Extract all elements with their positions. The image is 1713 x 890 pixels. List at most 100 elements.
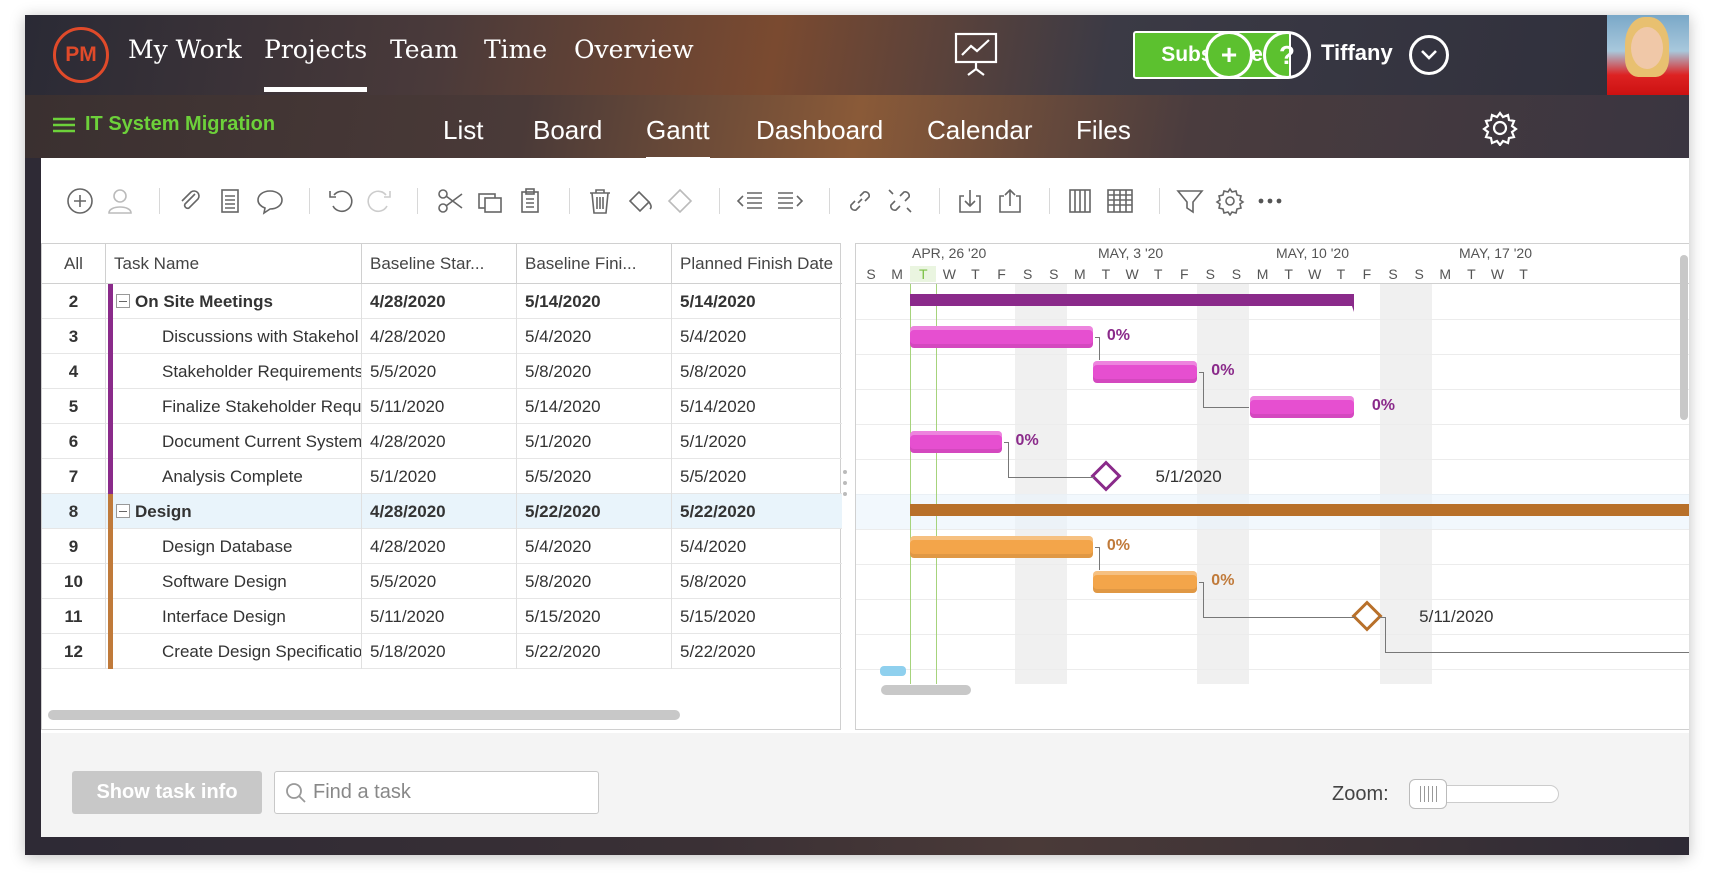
gantt-vscroll[interactable] (1680, 255, 1688, 420)
table-row[interactable]: 5 Finalize Stakeholder Requi 5/11/2020 5/14… (42, 389, 842, 424)
table-row[interactable]: 6 Document Current System 4/28/2020 5/1/202… (42, 424, 842, 459)
task-bar[interactable] (910, 326, 1093, 348)
filter-icon[interactable] (1173, 184, 1207, 218)
baseline-finish-cell[interactable]: 5/4/2020 (517, 319, 672, 354)
table-row[interactable]: 3 Discussions with Stakehol 4/28/2020 5/4/2… (42, 319, 842, 354)
baseline-finish-cell[interactable]: 5/14/2020 (517, 389, 672, 424)
baseline-start-cell[interactable]: 4/28/2020 (362, 494, 517, 529)
baseline-finish-cell[interactable]: 5/14/2020 (517, 284, 672, 319)
pm-logo[interactable]: PM (53, 27, 109, 83)
task-name-cell[interactable]: Create Design Specificatio (106, 634, 362, 669)
milestone-diamond[interactable] (1090, 460, 1122, 492)
summary-bar[interactable] (910, 294, 1354, 306)
baseline-finish-cell[interactable]: 5/22/2020 (517, 634, 672, 669)
task-bar[interactable] (910, 536, 1093, 558)
add-task-icon[interactable] (63, 184, 97, 218)
planned-finish-cell[interactable]: 5/4/2020 (672, 529, 842, 564)
redo-icon[interactable] (363, 184, 397, 218)
task-name-cell[interactable]: On Site Meetings (106, 284, 362, 319)
hamburger-icon[interactable] (53, 117, 75, 133)
task-bar[interactable] (1092, 361, 1198, 383)
paste-icon[interactable] (513, 184, 547, 218)
baseline-start-cell[interactable]: 5/18/2020 (362, 634, 517, 669)
baseline-finish-cell[interactable]: 5/22/2020 (517, 494, 672, 529)
assign-user-icon[interactable] (103, 184, 137, 218)
planned-finish-cell[interactable]: 5/22/2020 (672, 494, 842, 529)
view-dashboard[interactable]: Dashboard (756, 115, 883, 146)
unlink-icon[interactable] (883, 184, 917, 218)
planned-finish-cell[interactable]: 5/22/2020 (672, 634, 842, 669)
table-row[interactable]: 4 Stakeholder Requirements 5/5/2020 5/8/202… (42, 354, 842, 389)
user-name[interactable]: Tiffany (1321, 40, 1393, 66)
help-circle-icon[interactable]: ? (1263, 31, 1311, 79)
col-baseline-start[interactable]: Baseline Star... (362, 244, 517, 284)
copy-icon[interactable] (473, 184, 507, 218)
baseline-finish-cell[interactable]: 5/1/2020 (517, 424, 672, 459)
more-icon[interactable] (1253, 184, 1287, 218)
baseline-finish-cell[interactable]: 5/8/2020 (517, 354, 672, 389)
baseline-start-cell[interactable]: 4/28/2020 (362, 284, 517, 319)
task-bar[interactable] (910, 431, 1002, 453)
table-icon[interactable] (1103, 184, 1137, 218)
task-name-cell[interactable]: Stakeholder Requirements (106, 354, 362, 389)
add-circle-icon[interactable]: + (1205, 31, 1253, 79)
table-row[interactable]: 9 Design Database 4/28/2020 5/4/2020 5/4/202… (42, 529, 842, 564)
cut-icon[interactable] (433, 184, 467, 218)
table-row[interactable]: 11 Interface Design 5/11/2020 5/15/2020 5/15… (42, 599, 842, 634)
gantt-scrollbar[interactable] (881, 685, 971, 695)
view-list[interactable]: List (443, 115, 483, 146)
planned-finish-cell[interactable]: 5/14/2020 (672, 284, 842, 319)
nav-my-work[interactable]: My Work (128, 35, 242, 64)
view-files[interactable]: Files (1076, 115, 1131, 146)
export-icon[interactable] (993, 184, 1027, 218)
summary-bar[interactable] (910, 504, 1689, 516)
project-title[interactable]: IT System Migration (53, 113, 275, 136)
baseline-finish-cell[interactable]: 5/5/2020 (517, 459, 672, 494)
splitter-handle[interactable] (842, 470, 848, 496)
table-row[interactable]: 12 Create Design Specificatio 5/18/2020 5/2… (42, 634, 842, 669)
grid-scrollbar[interactable] (48, 710, 680, 720)
baseline-start-cell[interactable]: 4/28/2020 (362, 424, 517, 459)
find-task-input[interactable]: Find a task (274, 771, 599, 814)
paint-bucket-icon[interactable] (623, 184, 657, 218)
col-task-name[interactable]: Task Name (106, 244, 362, 284)
nav-overview[interactable]: Overview (574, 35, 694, 64)
planned-finish-cell[interactable]: 5/15/2020 (672, 599, 842, 634)
notes-icon[interactable] (213, 184, 247, 218)
task-bar[interactable] (1092, 571, 1198, 593)
col-baseline-finish[interactable]: Baseline Fini... (517, 244, 672, 284)
milestone-diamond[interactable] (1351, 600, 1383, 632)
baseline-start-cell[interactable]: 5/5/2020 (362, 354, 517, 389)
planned-finish-cell[interactable]: 5/14/2020 (672, 389, 842, 424)
gear-icon[interactable] (1482, 110, 1518, 146)
import-icon[interactable] (953, 184, 987, 218)
baseline-start-cell[interactable]: 4/28/2020 (362, 529, 517, 564)
col-all[interactable]: All (42, 244, 106, 284)
task-name-cell[interactable]: Interface Design (106, 599, 362, 634)
delete-icon[interactable] (583, 184, 617, 218)
columns-icon[interactable] (1063, 184, 1097, 218)
task-name-cell[interactable]: Design Database (106, 529, 362, 564)
task-name-cell[interactable]: Analysis Complete (106, 459, 362, 494)
zoom-slider-thumb[interactable] (1409, 779, 1447, 809)
avatar[interactable] (1607, 15, 1689, 95)
chevron-down-icon[interactable] (1409, 35, 1449, 75)
attachment-icon[interactable] (173, 184, 207, 218)
task-name-cell[interactable]: Software Design (106, 564, 362, 599)
col-planned-finish[interactable]: Planned Finish Date (672, 244, 842, 284)
view-gantt[interactable]: Gantt (646, 115, 710, 162)
task-bar[interactable] (1249, 396, 1354, 418)
nav-projects[interactable]: Projects (264, 35, 368, 92)
presentation-icon[interactable] (953, 29, 999, 79)
nav-team[interactable]: Team (390, 35, 458, 64)
planned-finish-cell[interactable]: 5/5/2020 (672, 459, 842, 494)
task-name-cell[interactable]: Finalize Stakeholder Requi (106, 389, 362, 424)
link-icon[interactable] (843, 184, 877, 218)
view-calendar[interactable]: Calendar (927, 115, 1033, 146)
view-board[interactable]: Board (533, 115, 602, 146)
planned-finish-cell[interactable]: 5/8/2020 (672, 354, 842, 389)
baseline-start-cell[interactable]: 5/11/2020 (362, 599, 517, 634)
outdent-icon[interactable] (733, 184, 767, 218)
show-task-info-button[interactable]: Show task info (72, 771, 262, 814)
task-name-cell[interactable]: Design (106, 494, 362, 529)
